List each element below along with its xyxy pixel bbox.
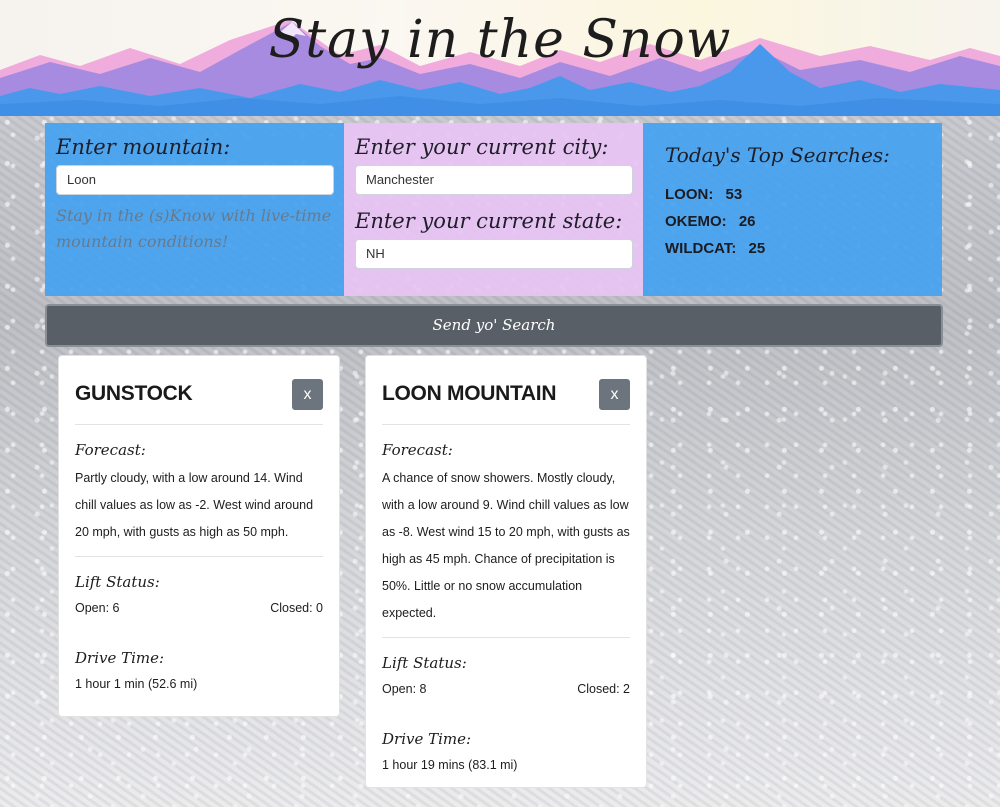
lift-status-row: Open: 8 Closed: 2 [382,678,630,700]
drive-time-text: 1 hour 19 mins (83.1 mi) [382,758,518,772]
card-header: LOON MOUNTAIN x [382,372,630,416]
mountain-input[interactable]: Loon [56,165,334,195]
top-search-count: 53 [725,186,743,203]
top-search-count: 26 [738,213,756,230]
top-search-item: OKEMO: 26 [665,208,920,235]
lifts-closed: Closed: 0 [270,601,323,615]
drive-time-block: Drive Time: 1 hour 19 mins (83.1 mi) [382,730,630,776]
lifts-open: Open: 8 [382,682,427,696]
city-label: Enter your current city: [355,135,609,159]
forecast-label: Forecast: [382,441,453,459]
mountain-search-panel: Enter mountain: Loon Stay in the (s)Know… [45,123,344,296]
header-banner: Stay in the Snow [0,0,1000,116]
top-search-item: LOON: 53 [665,181,920,208]
top-search-name: WILDCAT: [665,240,737,257]
divider [382,424,630,425]
mountain-label: Enter mountain: [56,135,231,159]
divider [75,556,323,557]
state-label: Enter your current state: [355,209,623,233]
lift-status-label: Lift Status: [382,654,467,672]
top-search-name: OKEMO: [665,213,727,230]
mountain-card-gunstock: GUNSTOCK x Forecast: Partly cloudy, with… [58,355,340,717]
site-title: Stay in the Snow [268,10,732,70]
top-search-item: WILDCAT: 25 [665,235,920,262]
divider [75,424,323,425]
tagline: Stay in the (s)Know with live-time mount… [56,206,332,251]
send-search-button[interactable]: Send yo' Search [45,304,943,347]
top-search-count: 25 [748,240,766,257]
drive-time-label: Drive Time: [382,730,472,748]
forecast-label: Forecast: [75,441,146,459]
drive-time-text: 1 hour 1 min (52.6 mi) [75,677,198,691]
drive-time-label: Drive Time: [75,649,165,667]
card-title: LOON MOUNTAIN [382,382,557,405]
close-card-button[interactable]: x [599,378,630,410]
state-input[interactable]: NH [355,239,633,269]
card-header: GUNSTOCK x [75,372,323,416]
location-panel: Enter your current city: Manchester Ente… [344,123,643,296]
lifts-closed: Closed: 2 [577,682,630,696]
lift-status-label: Lift Status: [75,573,160,591]
mountain-card-loon: LOON MOUNTAIN x Forecast: A chance of sn… [365,355,647,788]
lifts-open: Open: 6 [75,601,120,615]
lift-status-row: Open: 6 Closed: 0 [75,597,323,619]
top-searches-panel: Today's Top Searches: LOON: 53 OKEMO: 26… [643,123,942,296]
close-card-button[interactable]: x [292,378,323,410]
divider [382,637,630,638]
forecast-text: Partly cloudy, with a low around 14. Win… [75,471,314,539]
city-input[interactable]: Manchester [355,165,633,195]
top-searches-title: Today's Top Searches: [665,143,890,167]
top-search-name: LOON: [665,186,714,203]
forecast-text: A chance of snow showers. Mostly cloudy,… [382,471,630,620]
card-title: GUNSTOCK [75,382,193,405]
drive-time-block: Drive Time: 1 hour 1 min (52.6 mi) [75,649,323,695]
